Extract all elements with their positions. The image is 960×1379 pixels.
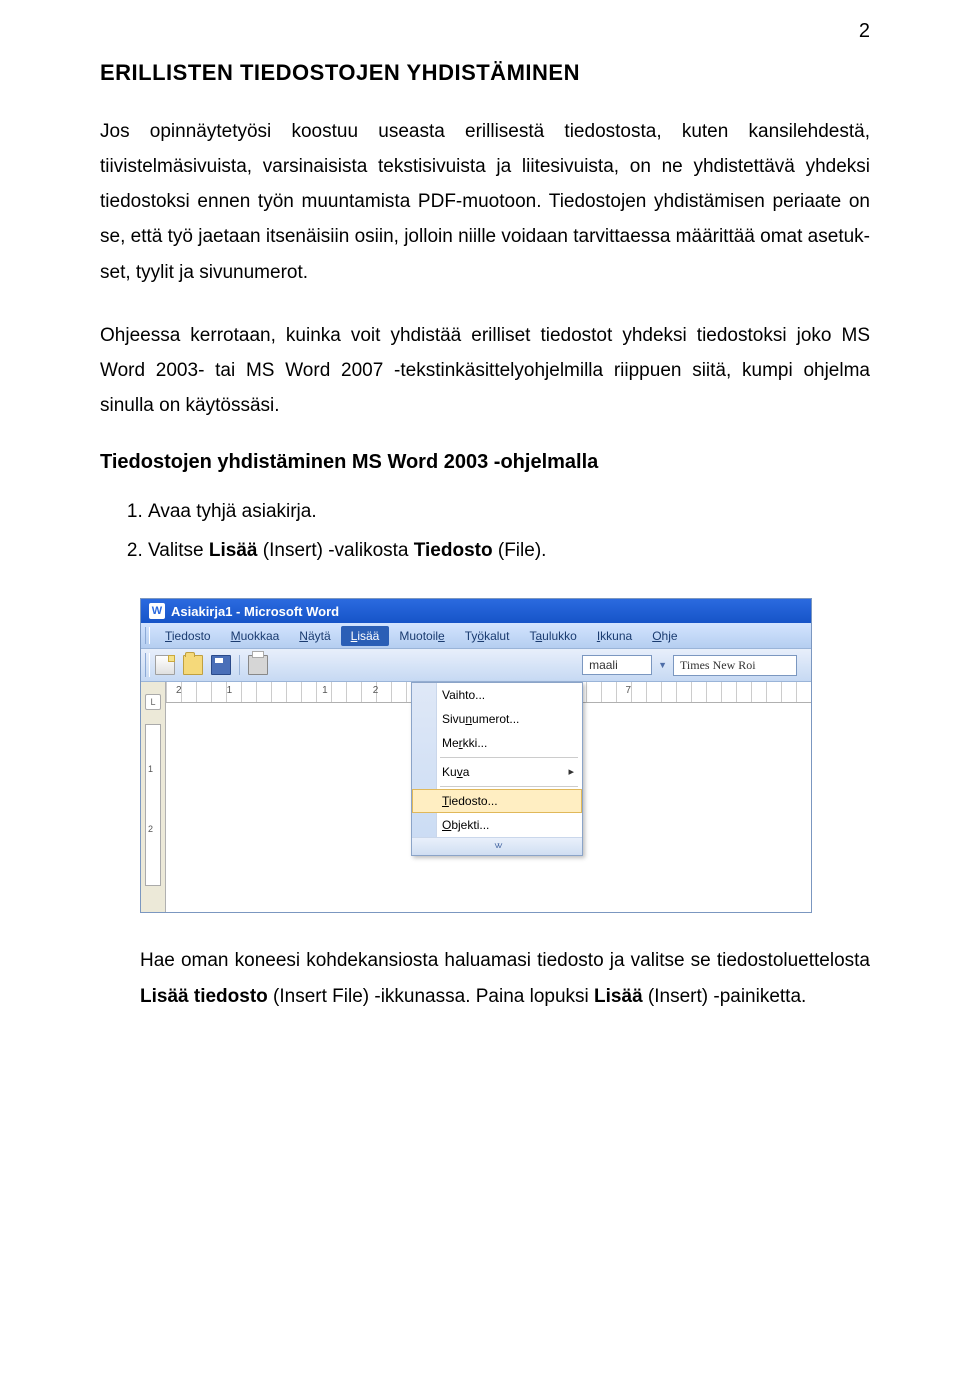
menu-window[interactable]: Ikkuna xyxy=(587,626,642,646)
word-toolbar: maali ▼ Times New Roi xyxy=(141,649,811,682)
save-icon[interactable] xyxy=(211,655,231,675)
dropdown-object[interactable]: Objekti... xyxy=(412,813,582,837)
ruler-tick: 1 xyxy=(322,685,328,696)
step2-bold2: Tiedosto xyxy=(414,540,493,561)
paragraph-2: Ohjeessa kerrotaan, kuinka voit yhdistää… xyxy=(100,318,870,423)
main-heading: ERILLISTEN TIEDOSTOJEN YHDISTÄMINEN xyxy=(100,60,870,86)
dropdown-pagenumbers[interactable]: Sivunumerot... xyxy=(412,707,582,731)
final-t1: Hae oman koneesi kohdekansiosta haluamas… xyxy=(140,950,870,971)
style-label: maali xyxy=(589,658,618,672)
ruler-tick: 1 xyxy=(227,685,233,696)
menu-edit[interactable]: Muokkaa xyxy=(221,626,290,646)
dropdown-expand-icon[interactable] xyxy=(412,837,582,855)
step-1: Avaa tyhjä asiakirja. xyxy=(148,494,870,529)
menu-insert[interactable]: Lisää xyxy=(341,626,390,646)
menu-help[interactable]: Ohje xyxy=(642,626,687,646)
toolbar-handle xyxy=(145,653,150,677)
style-dropdown-icon[interactable]: ▼ xyxy=(658,660,667,670)
ruler-tick: 2 xyxy=(373,685,379,696)
vertical-ruler: L xyxy=(141,682,166,912)
toolbar-separator xyxy=(239,655,240,675)
dropdown-file[interactable]: Tiedosto... xyxy=(412,789,582,813)
word-document-area: L 2 1 1 2 3 4 5 6 xyxy=(141,682,811,912)
step2-pre: Valitse xyxy=(148,540,209,561)
page-number: 2 xyxy=(859,20,870,43)
step2-post: (File). xyxy=(493,540,547,561)
menu-view[interactable]: Näytä xyxy=(289,626,340,646)
word-window: W Asiakirja1 - Microsoft Word Tiedosto M… xyxy=(140,598,812,913)
dropdown-break[interactable]: Vaihto... xyxy=(412,683,582,707)
word-menubar: Tiedosto Muokkaa Näytä Lisää Muotoile Ty… xyxy=(141,623,811,649)
word-icon: W xyxy=(149,603,165,619)
print-icon[interactable] xyxy=(248,655,268,675)
final-b1: Lisää tiedosto xyxy=(140,986,268,1007)
ruler-corner-icon[interactable]: L xyxy=(145,694,161,710)
final-b2: Lisää xyxy=(594,986,643,1007)
font-label: Times New Roi xyxy=(680,658,756,672)
step2-mid: (Insert) -valikosta xyxy=(258,540,414,561)
insert-dropdown: Vaihto... Sivunumerot... Merkki... Kuva … xyxy=(411,682,583,856)
ruler-tick: 2 xyxy=(176,685,182,696)
paragraph-1: Jos opinnäytetyösi koostuu useasta erill… xyxy=(100,114,870,290)
dropdown-separator xyxy=(440,757,578,758)
dropdown-symbol[interactable]: Merkki... xyxy=(412,731,582,755)
style-selector[interactable]: maali xyxy=(582,655,652,675)
menu-file[interactable]: Tiedosto xyxy=(155,626,221,646)
vertical-ruler-ticks xyxy=(145,724,161,886)
word-screenshot: W Asiakirja1 - Microsoft Word Tiedosto M… xyxy=(140,598,870,913)
open-icon[interactable] xyxy=(183,655,203,675)
dropdown-picture[interactable]: Kuva xyxy=(412,760,582,784)
step2-bold1: Lisää xyxy=(209,540,258,561)
menu-file-rest: iedosto xyxy=(172,629,211,643)
word-titlebar: W Asiakirja1 - Microsoft Word xyxy=(141,599,811,623)
menu-table[interactable]: Taulukko xyxy=(519,626,586,646)
final-t3: (Insert) -painiketta. xyxy=(643,986,807,1007)
steps-list: Avaa tyhjä asiakirja. Valitse Lisää (Ins… xyxy=(100,494,870,568)
word-title: Asiakirja1 - Microsoft Word xyxy=(171,604,339,619)
toolbar-right: maali ▼ Times New Roi xyxy=(582,655,797,676)
ruler-tick: 7 xyxy=(626,685,632,696)
final-t2: (Insert File) -ikkunassa. Paina lopuksi xyxy=(268,986,594,1007)
document-canvas[interactable]: 2 1 1 2 3 4 5 6 7 xyxy=(166,682,811,912)
new-doc-icon[interactable] xyxy=(155,655,175,675)
step-2: Valitse Lisää (Insert) -valikosta Tiedos… xyxy=(148,533,870,568)
font-selector[interactable]: Times New Roi xyxy=(673,655,797,676)
subheading: Tiedostojen yhdistäminen MS Word 2003 -o… xyxy=(100,451,870,474)
menubar-handle xyxy=(145,627,150,644)
dropdown-separator xyxy=(440,786,578,787)
menu-format[interactable]: Muotoile xyxy=(389,626,454,646)
final-paragraph: Hae oman koneesi kohdekansiosta haluamas… xyxy=(140,943,870,1013)
document-page: 2 ERILLISTEN TIEDOSTOJEN YHDISTÄMINEN Jo… xyxy=(0,0,960,1054)
menu-tools[interactable]: Työkalut xyxy=(455,626,520,646)
